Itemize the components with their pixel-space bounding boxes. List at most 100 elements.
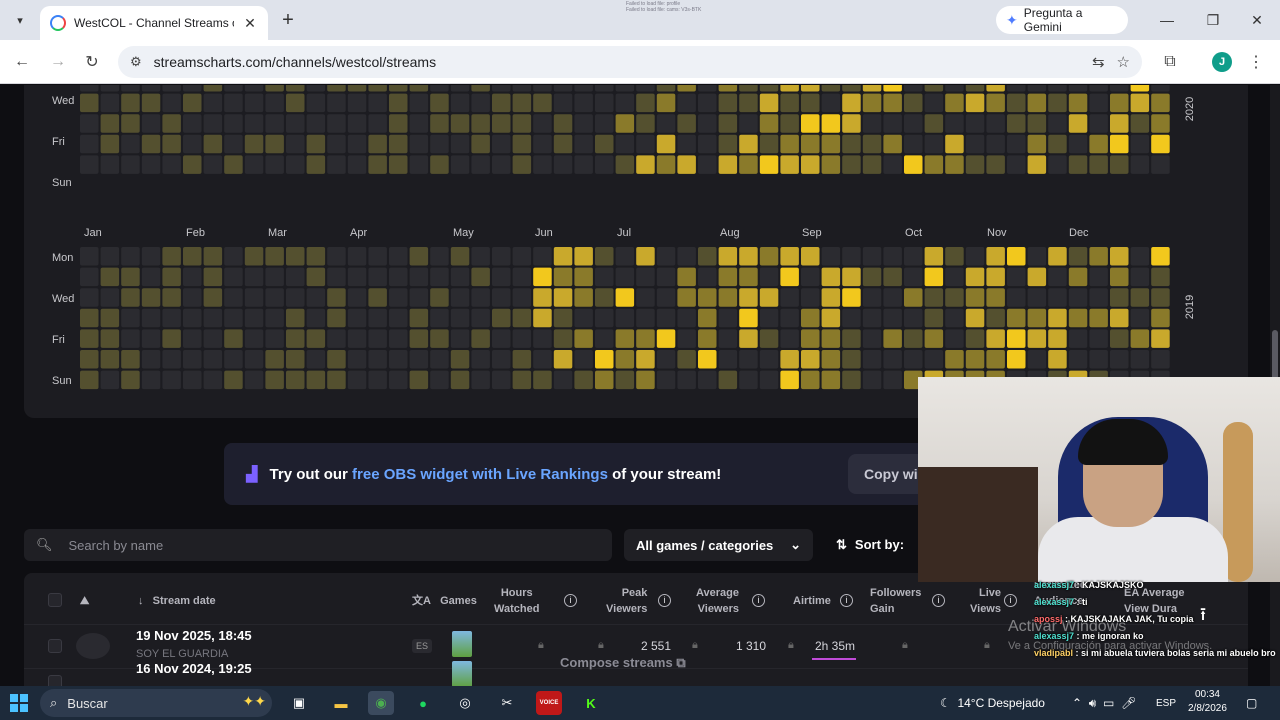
heatmap-cell[interactable] [924,247,944,266]
heatmap-cell[interactable] [1089,93,1108,113]
back-arrow-icon[interactable]: ← [10,50,34,74]
heatmap-cell[interactable] [224,329,243,348]
heatmap-cell[interactable] [821,329,841,348]
heatmap-cell[interactable] [183,370,202,390]
heatmap-cell[interactable] [450,247,470,266]
heatmap-cell[interactable] [656,350,676,369]
heatmap-cell[interactable] [574,114,593,133]
heatmap-cell[interactable] [141,308,161,328]
heatmap-cell[interactable] [780,155,799,174]
search-box[interactable]: 🔍︎ [24,529,612,561]
heatmap-cell[interactable] [1048,329,1067,348]
heatmap-cell[interactable] [862,155,882,174]
heatmap-cell[interactable] [533,85,552,92]
heatmap-cell[interactable] [533,288,552,307]
select-all-checkbox[interactable] [48,593,62,607]
heatmap-cell[interactable] [389,329,408,348]
heatmap-cell[interactable] [430,155,449,174]
heatmap-cell[interactable] [100,93,120,113]
heatmap-cell[interactable] [924,350,944,369]
tab-search-icon[interactable]: ▾ [8,8,32,32]
heatmap-cell[interactable] [636,308,655,328]
heatmap-cell[interactable] [718,247,738,266]
heatmap-cell[interactable] [553,370,573,390]
heatmap-cell[interactable] [656,93,676,113]
heatmap-cell[interactable] [533,155,552,174]
heatmap-cell[interactable] [1027,85,1047,92]
heatmap-cell[interactable] [121,288,140,307]
heatmap-cell[interactable] [183,114,202,133]
heatmap-cell[interactable] [347,93,367,113]
heatmap-cell[interactable] [244,134,264,154]
heatmap-cell[interactable] [80,155,99,174]
heatmap-cell[interactable] [862,329,882,348]
bookmark-star-icon[interactable]: ☆ [1117,53,1130,71]
url-text[interactable]: streamscharts.com/channels/westcol/strea… [154,54,1080,70]
heatmap-cell[interactable] [759,267,779,287]
heatmap-cell[interactable] [801,85,820,92]
heatmap-cell[interactable] [492,114,511,133]
heatmap-cell[interactable] [1089,350,1108,369]
row-checkbox[interactable] [48,639,62,653]
heatmap-cell[interactable] [389,288,408,307]
heatmap-cell[interactable] [739,350,758,369]
airtime-header[interactable]: Airtime [793,593,831,609]
heatmap-cell[interactable] [1068,93,1088,113]
heatmap-cell[interactable] [965,308,985,328]
heatmap-cell[interactable] [409,288,429,307]
heatmap-cell[interactable] [244,93,264,113]
heatmap-cell[interactable] [224,85,243,92]
heatmap-cell[interactable] [286,350,305,369]
heatmap-cell[interactable] [698,134,717,154]
heatmap-cell[interactable] [409,114,429,133]
close-tab-icon[interactable]: ✕ [242,15,258,32]
heatmap-cell[interactable] [1007,85,1026,92]
heatmap-cell[interactable] [1110,247,1129,266]
heatmap-cell[interactable] [450,85,470,92]
heatmap-cell[interactable] [965,247,985,266]
heatmap-cell[interactable] [100,155,120,174]
heatmap-cell[interactable] [450,114,470,133]
new-tab-button[interactable]: + [276,8,300,32]
heatmap-cell[interactable] [780,247,799,266]
heatmap-cell[interactable] [265,308,284,328]
heatmap-cell[interactable] [203,85,223,92]
heatmap-cell[interactable] [636,267,655,287]
heatmap-cell[interactable] [718,155,738,174]
heatmap-cell[interactable] [244,350,264,369]
heatmap-cell[interactable] [945,267,964,287]
heatmap-cell[interactable] [492,85,511,92]
heatmap-cell[interactable] [512,288,532,307]
heatmap-cell[interactable] [677,308,696,328]
heatmap-cell[interactable] [162,288,181,307]
heatmap-cell[interactable] [801,350,820,369]
heatmap-cell[interactable] [430,267,449,287]
heatmap-cell[interactable] [739,114,758,133]
heatmap-cell[interactable] [141,247,161,266]
heatmap-cell[interactable] [203,288,223,307]
heatmap-cell[interactable] [677,134,696,154]
heatmap-cell[interactable] [986,93,1005,113]
heatmap-cell[interactable] [141,134,161,154]
games-header[interactable]: 文A Games [412,593,477,609]
scroll-to-top-icon[interactable]: ⭱ [1186,602,1220,632]
heatmap-cell[interactable] [1068,247,1088,266]
heatmap-cell[interactable] [512,93,532,113]
heatmap-cell[interactable] [656,114,676,133]
heatmap-cell[interactable] [1130,114,1150,133]
heatmap-cell[interactable] [430,370,449,390]
heatmap-cell[interactable] [430,134,449,154]
heatmap-cell[interactable] [1007,329,1026,348]
heatmap-cell[interactable] [1151,329,1170,348]
heatmap-cell[interactable] [512,247,532,266]
heatmap-cell[interactable] [821,93,841,113]
heatmap-cell[interactable] [203,155,223,174]
language-indicator[interactable]: ESP [1156,686,1176,720]
heatmap-cell[interactable] [1027,134,1047,154]
heatmap-cell[interactable] [533,114,552,133]
heatmap-cell[interactable] [739,85,758,92]
heatmap-cell[interactable] [615,114,635,133]
heatmap-cell[interactable] [904,329,923,348]
heatmap-cell[interactable] [801,114,820,133]
heatmap-cell[interactable] [986,329,1005,348]
